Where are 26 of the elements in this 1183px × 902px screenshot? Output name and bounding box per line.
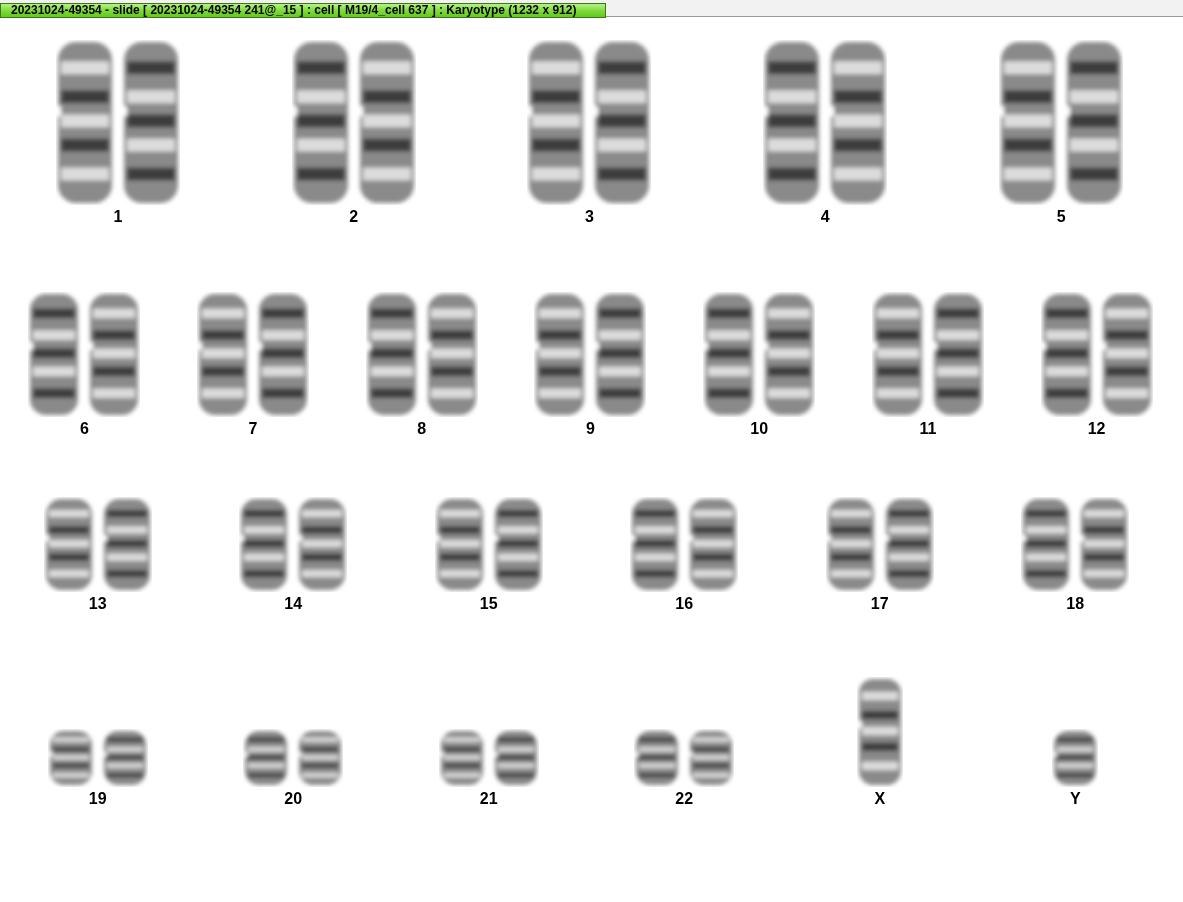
chromosome-number: 7 [248,420,258,438]
chromosome-number: 2 [349,208,359,226]
chromosome-number: 22 [675,790,694,808]
chromosome-number: 6 [79,420,89,438]
chromosome-number: 15 [479,595,498,613]
chromosome-number: 16 [675,595,694,613]
chromosome-number: X [874,790,886,808]
chromosome-number: 17 [870,595,889,613]
chromosome-number: 18 [1066,595,1085,613]
chromosome-number: 11 [919,420,937,438]
chromosome-number: 3 [585,208,594,226]
chromosome-number: 8 [417,420,427,438]
chromosome-number: 21 [479,790,498,808]
chromosome-number: 10 [750,420,769,438]
chromosome-number: 19 [88,790,107,808]
chromosome-drawing [1052,729,1099,787]
chromosome-number: 13 [88,595,107,613]
chromosome-number: 1 [113,208,123,226]
chromosome-number: 12 [1087,420,1106,438]
chromosome-number: Y [1069,790,1081,808]
chromosome-number: 4 [820,208,830,226]
chromosome-number: 5 [1056,208,1066,226]
chromosome-number: 20 [284,790,303,808]
chromosome-number: 14 [284,595,303,613]
window-title-tab[interactable]: 20231024-49354 - slide [ 20231024-49354 241@_15 ] : cell [ M19/4_cell 637 ] : Karyotype (1232 x 912) [0,3,606,18]
chromosome-number: 9 [586,420,595,438]
